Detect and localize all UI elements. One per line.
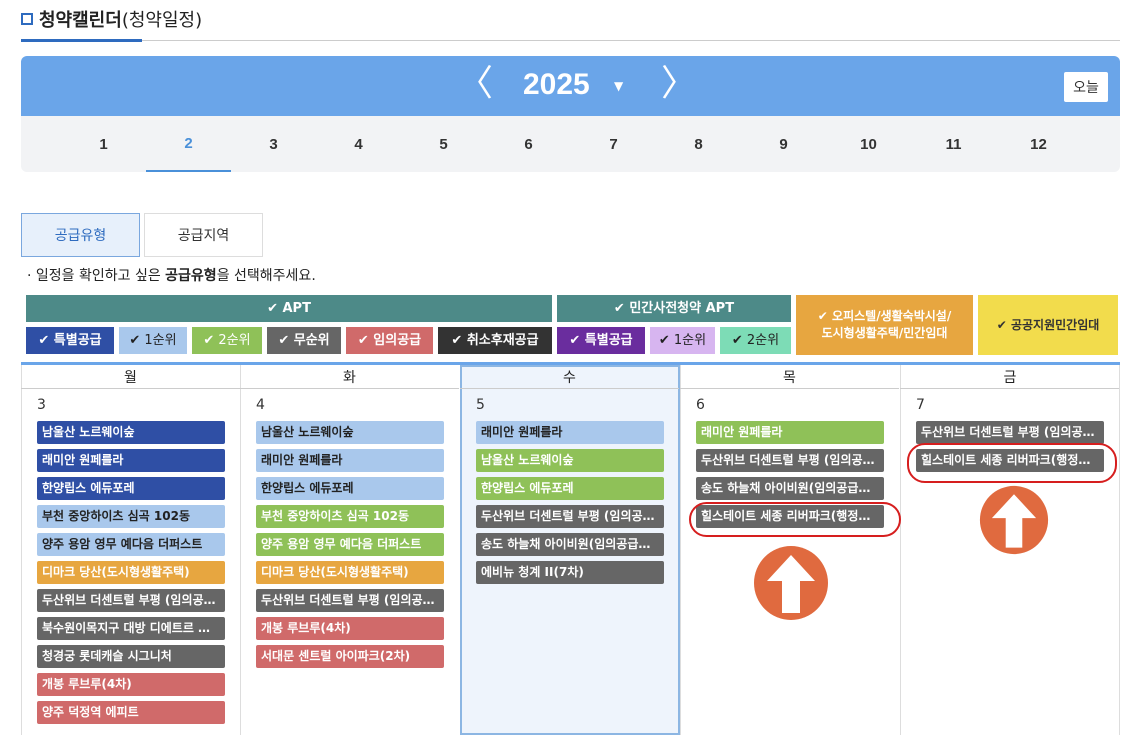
month-tab-9[interactable]: 9 bbox=[741, 116, 826, 172]
month-tab-2[interactable]: 2 bbox=[146, 116, 231, 172]
year-label[interactable]: 2025 bbox=[523, 68, 590, 102]
tab-supply-region[interactable]: 공급지역 bbox=[144, 213, 263, 257]
month-tab-12[interactable]: 12 bbox=[996, 116, 1081, 172]
legend-pre-item-3[interactable]: ✔ 2순위 bbox=[720, 327, 791, 354]
year-dropdown-caret-icon[interactable]: ▼ bbox=[614, 79, 623, 93]
month-tab-8[interactable]: 8 bbox=[656, 116, 741, 172]
calendar-event[interactable]: 래미안 원페를라 bbox=[37, 449, 225, 472]
month-tab-7[interactable]: 7 bbox=[571, 116, 656, 172]
month-tab-10[interactable]: 10 bbox=[826, 116, 911, 172]
calendar-event[interactable]: 개봉 루브루(4차) bbox=[37, 673, 225, 696]
calendar-event[interactable]: 북수원이목지구 대방 디에트르 … bbox=[37, 617, 225, 640]
legend-private-pre-header[interactable]: ✔ 민간사전청약 APT bbox=[557, 295, 791, 322]
month-tab-1[interactable]: 1 bbox=[61, 116, 146, 172]
legend-public-rental[interactable]: ✔ 공공지원민간임대 bbox=[978, 295, 1118, 355]
month-tab-5[interactable]: 5 bbox=[401, 116, 486, 172]
month-tab-bar: 1 2 3 4 5 6 7 8 9 10 11 12 bbox=[21, 116, 1120, 172]
highlight-ring-thu bbox=[689, 502, 901, 537]
today-button[interactable]: 오늘 bbox=[1064, 72, 1108, 102]
calendar-right-border bbox=[1119, 365, 1120, 735]
day-number: 3 bbox=[37, 397, 46, 413]
calendar-event[interactable]: 한양립스 에듀포레 bbox=[476, 477, 664, 500]
calendar-event[interactable]: 개봉 루브루(4차) bbox=[256, 617, 444, 640]
calendar-event[interactable]: 래미안 원페를라 bbox=[256, 449, 444, 472]
tab-supply-type[interactable]: 공급유형 bbox=[21, 213, 140, 257]
calendar-event[interactable]: 부천 중앙하이츠 심곡 102동 bbox=[256, 505, 444, 528]
legend-pre-item-2[interactable]: ✔ 1순위 bbox=[650, 327, 715, 354]
calendar-event[interactable]: 디마크 당산(도시형생활주택) bbox=[37, 561, 225, 584]
calendar-event[interactable]: 래미안 원페를라 bbox=[696, 421, 884, 444]
day-number: 6 bbox=[696, 397, 705, 413]
calendar-event[interactable]: 양주 용암 영무 예다음 더퍼스트 bbox=[256, 533, 444, 556]
month-tab-4[interactable]: 4 bbox=[316, 116, 401, 172]
legend-apt-item-1[interactable]: ✔ 특별공급 bbox=[26, 327, 114, 354]
calendar-event[interactable]: 에비뉴 청계 II(7차) bbox=[476, 561, 664, 584]
calendar-event[interactable]: 두산위브 더센트럴 부평 (임의공… bbox=[256, 589, 444, 612]
arrow-up-icon-thu bbox=[754, 546, 828, 620]
calendar-event[interactable]: 두산위브 더센트럴 부평 (임의공… bbox=[37, 589, 225, 612]
day-number: 7 bbox=[916, 397, 925, 413]
legend-pre-item-1[interactable]: ✔ 특별공급 bbox=[557, 327, 645, 354]
title-square-icon bbox=[21, 13, 33, 25]
weekday-header: 금 bbox=[900, 365, 1120, 389]
calendar-event[interactable]: 래미안 원페를라 bbox=[476, 421, 664, 444]
calendar-event[interactable]: 한양립스 에듀포레 bbox=[256, 477, 444, 500]
day-number: 4 bbox=[256, 397, 265, 413]
next-year-chevron-right-icon[interactable]: 〉 bbox=[661, 64, 697, 104]
calendar-event[interactable]: 두산위브 더센트럴 부평 (임의공… bbox=[916, 421, 1104, 444]
month-tab-11[interactable]: 11 bbox=[911, 116, 996, 172]
day-number: 5 bbox=[476, 397, 485, 413]
calendar-event[interactable]: 디마크 당산(도시형생활주택) bbox=[256, 561, 444, 584]
legend-apt-item-2[interactable]: ✔ 1순위 bbox=[119, 327, 187, 354]
calendar-event[interactable]: 부천 중앙하이츠 심곡 102동 bbox=[37, 505, 225, 528]
page-title-row: 청약캘린더(청약일정) bbox=[21, 6, 202, 32]
legend-apt-item-5[interactable]: ✔ 임의공급 bbox=[346, 327, 433, 354]
weekday-header: 목 bbox=[680, 365, 899, 389]
year-navigation-bar: 〈 2025 ▼ 〉 오늘 bbox=[21, 56, 1120, 116]
calendar-event[interactable]: 두산위브 더센트럴 부평 (임의공… bbox=[476, 505, 664, 528]
instruction-note: · 일정을 확인하고 싶은 공급유형을 선택해주세요. bbox=[27, 268, 316, 284]
calendar-event[interactable]: 서대문 센트럴 아이파크(2차) bbox=[256, 645, 444, 668]
legend-apt-item-3[interactable]: ✔ 2순위 bbox=[192, 327, 262, 354]
calendar-event[interactable]: 청경궁 롯데캐슬 시그니처 bbox=[37, 645, 225, 668]
calendar-event[interactable]: 송도 하늘채 아이비원(임의공급… bbox=[696, 477, 884, 500]
legend-apt-item-6[interactable]: ✔ 취소후재공급 bbox=[438, 327, 552, 354]
weekday-header: 화 bbox=[240, 365, 459, 389]
highlight-ring-fri bbox=[907, 443, 1117, 483]
calendar-event[interactable]: 남울산 노르웨이숲 bbox=[476, 449, 664, 472]
month-tab-3[interactable]: 3 bbox=[231, 116, 316, 172]
calendar-event[interactable]: 남울산 노르웨이숲 bbox=[37, 421, 225, 444]
calendar-event[interactable]: 송도 하늘채 아이비원(임의공급… bbox=[476, 533, 664, 556]
calendar-event[interactable]: 한양립스 에듀포레 bbox=[37, 477, 225, 500]
page-title: 청약캘린더(청약일정) bbox=[39, 10, 203, 31]
legend-apt-header[interactable]: ✔ APT bbox=[26, 295, 552, 322]
calendar-event[interactable]: 양주 덕정역 에피트 bbox=[37, 701, 225, 724]
arrow-up-icon-fri bbox=[979, 485, 1049, 555]
calendar-event[interactable]: 두산위브 더센트럴 부평 (임의공… bbox=[696, 449, 884, 472]
title-divider bbox=[21, 40, 1120, 41]
legend-apt-item-4[interactable]: ✔ 무순위 bbox=[267, 327, 341, 354]
calendar-event[interactable]: 양주 용암 영무 예다음 더퍼스트 bbox=[37, 533, 225, 556]
title-accent-bar bbox=[21, 39, 142, 42]
weekday-header: 수 bbox=[460, 365, 679, 389]
calendar-event[interactable]: 남울산 노르웨이숲 bbox=[256, 421, 444, 444]
month-tab-6[interactable]: 6 bbox=[486, 116, 571, 172]
legend-officetel[interactable]: ✔ 오피스텔/생활숙박시설/ 도시형생활주택/민간임대 bbox=[796, 295, 973, 355]
weekday-header: 월 bbox=[21, 365, 240, 389]
prev-year-chevron-left-icon[interactable]: 〈 bbox=[457, 64, 493, 104]
